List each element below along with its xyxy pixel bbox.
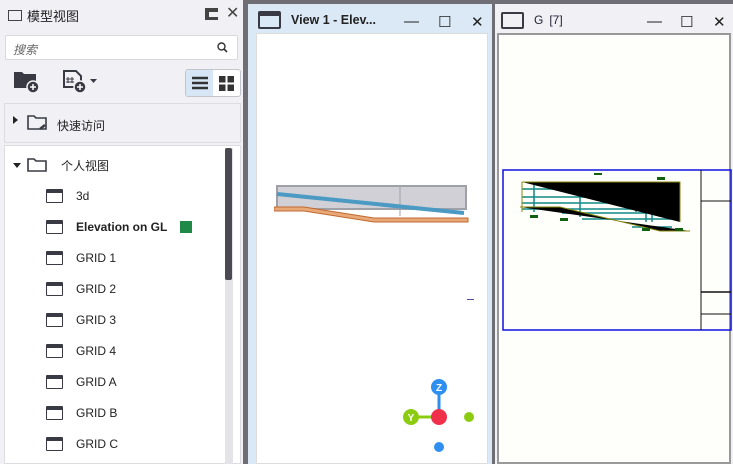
sheet-titlebar[interactable]: G [7] — [495, 4, 733, 36]
quick-access-label: 快速访问 — [57, 119, 106, 133]
small-marker — [467, 299, 474, 300]
view-item[interactable]: Elevation on GL — [5, 215, 193, 239]
panel-header: 模型视图 — [8, 6, 79, 25]
model-views-panel: 模型视图 ✕ 搜索 快速访问 个人视图 3d Elevation on GL GRI… — [0, 0, 243, 464]
minimize-button[interactable]: — — [404, 13, 419, 30]
view-item-label: GRID 4 — [76, 344, 117, 358]
grid-icon — [219, 75, 234, 91]
expand-arrow-icon[interactable] — [13, 116, 18, 124]
shared-folder-icon — [27, 115, 47, 130]
add-view-icon[interactable] — [63, 68, 101, 94]
view-item-label: GRID B — [76, 406, 118, 420]
view-item[interactable]: GRID 4 — [5, 339, 116, 363]
view-item-label: GRID 2 — [76, 282, 117, 296]
view-item[interactable]: GRID 1 — [5, 246, 116, 270]
close-icon[interactable]: ✕ — [226, 3, 239, 23]
view-icon — [46, 344, 63, 358]
sheet-icon — [501, 11, 524, 29]
sheet-title: G — [534, 13, 544, 27]
view-icon — [46, 437, 63, 451]
add-folder-icon[interactable] — [13, 68, 41, 94]
y-axis-label: Y — [408, 413, 415, 424]
search-input[interactable]: 搜索 — [5, 35, 238, 60]
view-window-icon — [258, 11, 281, 29]
search-icon — [217, 42, 228, 53]
quick-access-section[interactable]: 快速访问 — [4, 103, 241, 143]
window-icon — [8, 10, 22, 21]
maximize-button[interactable]: ☐ — [680, 13, 693, 31]
active-view-badge — [180, 221, 193, 233]
view-item-label: GRID C — [76, 437, 118, 451]
view-item[interactable]: GRID B — [5, 401, 117, 425]
view-item-label: GRID 3 — [76, 313, 117, 327]
view-item-label: Elevation on GL — [76, 220, 168, 234]
view-icon — [46, 282, 63, 296]
close-button[interactable]: ✕ — [471, 13, 484, 31]
search-placeholder: 搜索 — [13, 43, 38, 57]
view-icon — [46, 375, 63, 389]
maximize-button[interactable]: ☐ — [438, 13, 451, 31]
view-icon — [46, 313, 63, 327]
scrollbar-thumb[interactable] — [225, 148, 232, 280]
panel-title: 模型视图 — [27, 9, 80, 24]
view1-canvas[interactable]: Z Y — [256, 33, 488, 464]
view-item-label: GRID A — [76, 375, 117, 389]
view-icon — [46, 251, 63, 265]
view-item[interactable]: GRID 3 — [5, 308, 116, 332]
view-icon — [46, 406, 63, 420]
view-item-label: GRID 1 — [76, 251, 117, 265]
elevation-model — [274, 185, 469, 223]
view-item-label: 3d — [76, 189, 90, 203]
sheet-drawing — [502, 169, 732, 331]
view-item[interactable]: GRID A — [5, 370, 117, 394]
view1-window: View 1 - Elev... — ☐ ✕ Z Y — [248, 4, 492, 464]
view-item[interactable]: 3d — [5, 184, 89, 208]
personal-views-label: 个人视图 — [61, 158, 110, 173]
view-mode-toggle[interactable] — [185, 69, 241, 97]
list-icon — [191, 76, 208, 90]
view-icon — [46, 189, 63, 203]
list-view-button[interactable] — [186, 70, 213, 96]
view-item[interactable]: GRID 2 — [5, 277, 116, 301]
sheet-count: [7] — [549, 13, 563, 27]
sheet-canvas[interactable] — [497, 33, 732, 464]
sheet-window: G [7] — ☐ ✕ — [495, 4, 733, 464]
view1-titlebar[interactable]: View 1 - Elev... — [248, 4, 492, 36]
view1-title: View 1 - Elev... — [291, 13, 376, 27]
dock-icon[interactable] — [205, 8, 218, 20]
grid-view-button[interactable] — [213, 70, 240, 96]
view-icon — [46, 220, 63, 234]
personal-views-folder[interactable]: 个人视图 — [5, 153, 109, 177]
view-tree: 个人视图 3d Elevation on GL GRID 1 GRID 2 GRID 3… — [4, 145, 241, 464]
close-button[interactable]: ✕ — [713, 13, 726, 31]
view-item[interactable]: GRID C — [5, 432, 118, 456]
z-axis-label: Z — [436, 383, 442, 394]
view-cube-gizmo[interactable]: Z Y — [397, 374, 487, 454]
minimize-button[interactable]: — — [647, 13, 662, 30]
folder-icon — [27, 158, 47, 172]
collapse-arrow-icon[interactable] — [13, 162, 21, 168]
